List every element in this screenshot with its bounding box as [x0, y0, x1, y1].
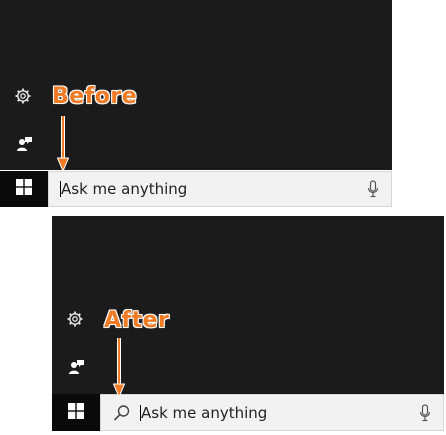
microphone-icon[interactable]	[367, 180, 379, 198]
feedback-button-after[interactable]	[64, 357, 88, 381]
search-placeholder: Ask me anything	[61, 180, 188, 198]
start-button-before[interactable]	[0, 171, 48, 207]
search-icon	[113, 404, 131, 426]
windows-logo-icon	[16, 179, 32, 199]
start-button-after[interactable]	[52, 394, 100, 431]
gear-icon	[14, 87, 32, 109]
search-box-before[interactable]: Ask me anything	[48, 171, 392, 207]
search-placeholder: Ask me anything	[141, 403, 268, 422]
gear-icon	[66, 310, 84, 332]
after-label: After	[104, 308, 170, 333]
feedback-icon	[67, 358, 85, 380]
feedback-icon	[15, 135, 33, 157]
before-label: Before	[52, 84, 138, 109]
microphone-icon[interactable]	[419, 403, 431, 422]
feedback-button-before[interactable]	[12, 134, 36, 158]
search-box-after[interactable]: Ask me anything	[100, 394, 444, 431]
annotation-arrow	[57, 116, 69, 172]
settings-button-after[interactable]	[63, 309, 87, 333]
annotation-arrow	[113, 338, 125, 398]
settings-button-before[interactable]	[11, 86, 35, 110]
windows-logo-icon	[68, 402, 84, 423]
cortana-panel-after	[52, 216, 444, 394]
